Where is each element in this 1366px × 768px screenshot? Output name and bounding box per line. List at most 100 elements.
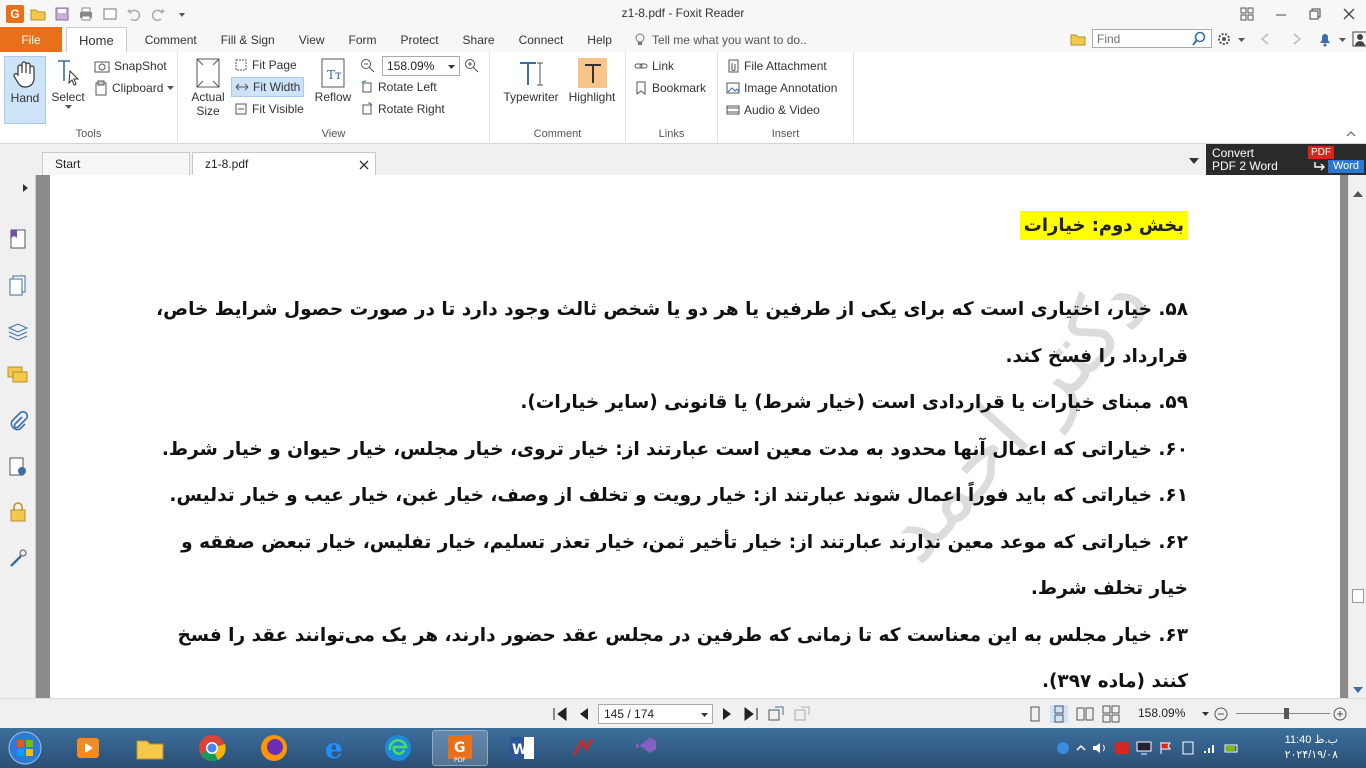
tools-wizard-icon[interactable] [6,546,30,570]
open-folder-icon[interactable] [28,4,48,24]
next-view-icon[interactable] [793,705,811,723]
show-hidden-icons-icon[interactable] [1076,743,1086,753]
audio-video-button[interactable]: Audio & Video [726,100,820,120]
zoom-out-icon[interactable] [360,58,376,74]
fit-visible-button[interactable]: Fit Visible [234,99,304,119]
rotate-right-button[interactable]: Rotate Right [360,99,445,119]
taskbar-visual-studio[interactable] [618,730,674,766]
app-tray-red-icon[interactable] [1114,741,1130,755]
foxit-logo-icon[interactable]: G [6,4,24,23]
last-page-icon[interactable] [742,705,760,723]
clipboard-button[interactable]: Clipboard [94,78,175,98]
image-annotation-button[interactable]: Image Annotation [726,78,837,98]
tab-start[interactable]: Start [42,152,190,175]
continuous-view-icon[interactable] [1050,705,1068,723]
snapshot-button[interactable]: SnapShot [94,56,167,76]
device-icon[interactable] [1180,741,1196,755]
collapse-ribbon-icon[interactable] [1346,129,1356,137]
zoom-out-circle-icon[interactable] [1214,707,1228,721]
taskbar-foxit-reader[interactable]: G PDF [432,730,488,766]
single-page-view-icon[interactable] [1026,705,1044,723]
expand-panel-icon[interactable] [22,183,30,193]
taskbar-app-red[interactable] [556,730,612,766]
chevron-down-icon[interactable] [1339,36,1346,43]
redo-icon[interactable] [148,4,168,24]
file-attachment-button[interactable]: File Attachment [726,56,827,76]
minimize-button[interactable] [1264,0,1298,27]
scroll-up-icon[interactable] [1352,189,1364,199]
security-lock-icon[interactable] [6,500,30,524]
folder-search-icon[interactable] [1068,29,1088,49]
scroll-thumb[interactable] [1352,589,1364,603]
ribbon-layout-icon[interactable] [1230,0,1264,27]
next-arrow-icon[interactable] [1291,32,1303,46]
reflow-button[interactable]: Tт Reflow [312,56,354,104]
convert-pdf-to-word-banner[interactable]: Convert PDF 2 Word PDF Word [1206,144,1366,175]
vertical-scrollbar[interactable] [1348,175,1366,698]
bookmark-button[interactable]: Bookmark [634,78,706,98]
scroll-down-icon[interactable] [1352,685,1364,695]
fit-page-button[interactable]: Fit Page [234,55,297,75]
chevron-down-icon[interactable] [1238,36,1245,43]
select-button[interactable]: Select [48,56,88,110]
language-icon[interactable] [1056,741,1070,755]
taskbar-internet-explorer[interactable]: e [308,730,364,766]
print-icon[interactable] [76,4,96,24]
link-button[interactable]: Link [634,56,674,76]
attachments-panel-icon[interactable] [6,410,30,434]
find-box[interactable] [1092,29,1212,48]
taskbar-explorer[interactable] [122,730,178,766]
search-icon[interactable] [1191,31,1207,47]
tab-home[interactable]: Home [66,27,127,52]
page-icon[interactable] [100,4,120,24]
tabs-dropdown-icon[interactable] [1189,157,1199,165]
tab-connect[interactable]: Connect [507,27,576,52]
bell-icon[interactable] [1317,31,1333,47]
taskbar-edge[interactable] [370,730,426,766]
taskbar-word[interactable]: W [494,730,550,766]
previous-view-icon[interactable] [767,705,785,723]
undo-icon[interactable] [124,4,144,24]
actual-size-button[interactable]: Actual Size [186,56,230,118]
pages-panel-icon[interactable] [6,274,30,298]
layers-panel-icon[interactable] [6,319,30,343]
tab-share[interactable]: Share [451,27,507,52]
zoom-slider-thumb[interactable] [1284,708,1289,719]
zoom-in-circle-icon[interactable] [1333,707,1347,721]
tab-fill-sign[interactable]: Fill & Sign [209,27,287,52]
signatures-panel-icon[interactable] [6,455,30,479]
file-tab[interactable]: File [0,27,62,52]
comments-panel-icon[interactable] [6,364,30,388]
zoom-slider[interactable] [1236,708,1330,719]
hand-button[interactable]: Hand [4,56,46,124]
save-icon[interactable] [52,4,72,24]
continuous-facing-view-icon[interactable] [1102,705,1120,723]
battery-icon[interactable] [1224,741,1240,755]
taskbar-media-player[interactable] [60,730,116,766]
tab-document[interactable]: z1-8.pdf [192,152,376,175]
zoom-combo[interactable]: 158.09% [382,56,460,76]
previous-page-icon[interactable] [575,705,593,723]
network-signal-icon[interactable] [1202,741,1218,755]
tab-view[interactable]: View [287,27,337,52]
fit-width-button[interactable]: Fit Width [231,77,305,97]
settings-gear-icon[interactable] [1216,31,1232,47]
monitor-icon[interactable] [1136,741,1152,755]
taskbar-clock[interactable]: 11:40 ب.ظ ۲۰۲۴/۱۹/۰۸ [1285,733,1338,763]
tab-comment[interactable]: Comment [133,27,209,52]
chevron-down-icon[interactable] [1202,711,1209,717]
taskbar-firefox[interactable] [246,730,302,766]
restore-button[interactable] [1298,0,1332,27]
start-button[interactable] [0,730,50,766]
tab-help[interactable]: Help [575,27,624,52]
security-flag-icon[interactable] [1158,741,1174,755]
tab-protect[interactable]: Protect [389,27,451,52]
bookmarks-panel-icon[interactable] [6,227,30,251]
close-tab-icon[interactable] [359,160,369,170]
zoom-in-icon[interactable] [464,58,480,74]
chevron-down-icon[interactable] [701,712,708,718]
tell-me-box[interactable]: Tell me what you want to do.. [624,27,807,52]
rotate-left-button[interactable]: Rotate Left [360,77,437,97]
find-input[interactable] [1097,31,1189,46]
taskbar-chrome[interactable] [184,730,240,766]
